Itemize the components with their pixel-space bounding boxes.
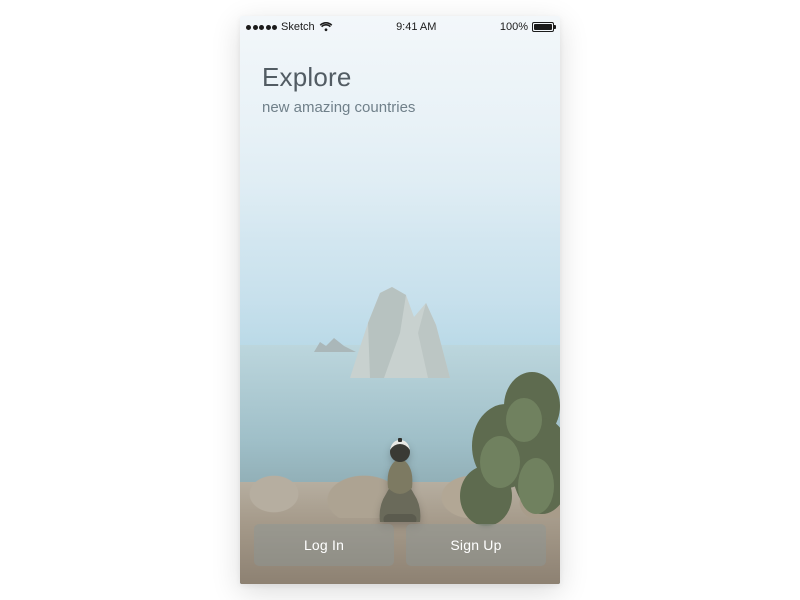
carrier-label: Sketch	[281, 21, 315, 33]
status-bar-time: 9:41 AM	[396, 21, 436, 33]
wifi-icon	[319, 22, 333, 32]
auth-button-row: Log In Sign Up	[254, 524, 546, 566]
signup-button[interactable]: Sign Up	[406, 524, 546, 566]
battery-icon	[532, 22, 554, 32]
status-bar-right: 100%	[500, 21, 554, 33]
headline-title: Explore	[262, 62, 538, 93]
bush	[446, 366, 560, 526]
headline: Explore new amazing countries	[262, 62, 538, 116]
signal-strength-icon	[246, 25, 277, 30]
status-bar-left: Sketch	[246, 21, 333, 33]
login-button[interactable]: Log In	[254, 524, 394, 566]
status-bar: Sketch 9:41 AM 100%	[240, 16, 560, 36]
seated-person	[364, 432, 436, 524]
battery-percentage: 100%	[500, 21, 528, 33]
headline-subtitle: new amazing countries	[262, 99, 538, 116]
main-island	[340, 283, 460, 378]
phone-screen: Sketch 9:41 AM 100% Explore new amazing …	[240, 16, 560, 584]
